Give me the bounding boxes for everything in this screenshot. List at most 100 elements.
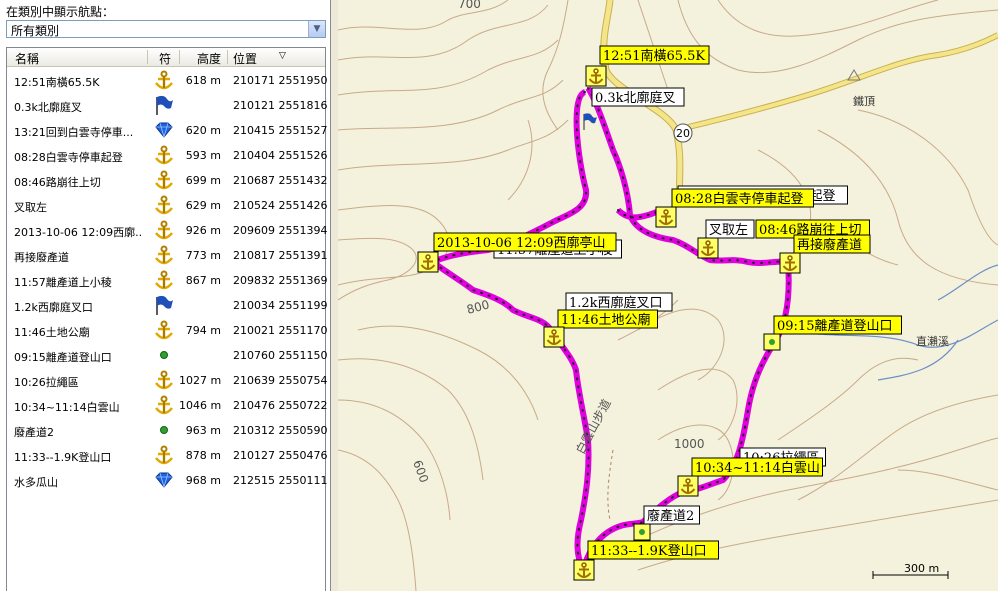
list-item[interactable]: 再接廢產道 773 m 210817 2551391 [7,243,328,268]
col-altitude-header[interactable]: 高度 [197,50,221,67]
waypoint-name: 1.2k西廓庭叉口 [14,301,93,314]
peak-label: 鐵頂 [853,94,875,108]
col-position-header[interactable]: 位置 [233,50,257,67]
anchor-marker-icon[interactable] [543,326,565,348]
waypoint-name: 水多瓜山 [14,476,58,489]
waypoint-altitude: 1027 m [179,374,222,387]
waypoint-position: 210687 2551432 [233,174,328,187]
dot-marker-icon[interactable] [763,333,781,351]
flag-marker-icon[interactable] [583,113,597,130]
map-label-8[interactable]: 再接廢產道 [797,237,862,253]
list-item[interactable]: 09:15離產道登山口 210760 2551150 [7,343,327,368]
contour-line [338,205,450,286]
waypoint-position: 210415 2551527 [233,124,328,137]
waypoint-position: 210817 2551391 [233,249,328,262]
contour-line [338,449,417,591]
map-label-15[interactable]: 11:33--1.9K登山口 [591,544,707,559]
list-item[interactable]: 1.2k西廓庭叉口 210034 2551199 [7,293,327,318]
waypoint-altitude: 867 m [185,274,221,287]
list-item[interactable]: 10:26拉繩區 1027 m 210639 2550754 [7,368,328,393]
waypoint-list[interactable]: 名稱 符 高度 位置 ▽ 12:51南橫65.5K 618 m 210171 255… [6,47,328,591]
anchor-icon [153,369,177,391]
waypoint-panel: 在類別中顯示航點： 所有類別 ▼ 名稱 符 高度 位置 ▽ 12:51南橫65.… [0,0,331,591]
waypoint-position: 210121 2551816 [233,99,328,112]
category-select-value: 所有類別 [11,24,60,38]
waypoint-altitude: 878 m [185,449,221,462]
list-item[interactable]: 11:33--1.9K登山口 878 m 210127 2550476 [7,443,328,468]
diamond-icon [153,469,177,491]
contour-line [338,237,417,301]
map-label-5[interactable]: 叉取左 [709,223,748,238]
contour-line [817,129,998,286]
contour-line [338,0,509,31]
anchor-icon [153,144,177,166]
waypoint-altitude: 593 m [185,149,221,162]
topo-map[interactable]: 700 800 600 1000 20 鐵頂 白雲山步道 直瀨溪 300 m 1… [338,0,998,591]
waypoint-position: 210021 2551170 [233,324,328,337]
list-item[interactable]: 0.3k北廓庭叉 210121 2551816 [7,93,328,118]
chevron-down-icon[interactable]: ▼ [308,21,325,37]
map-label-7[interactable]: 2013-10-06 12:09西廓亭山 [437,235,606,251]
waypoint-name: 10:34~11:14白雲山 [14,401,120,414]
anchor-marker-icon[interactable] [585,65,607,87]
waypoint-position: 210639 2550754 [233,374,328,387]
anchor-marker-icon[interactable] [655,206,677,228]
waypoint-altitude: 926 m [185,224,221,237]
waypoint-altitude: 629 m [185,199,221,212]
waypoint-name: 0.3k北廓庭叉 [14,101,82,114]
map-label-11[interactable]: 09:15離產道登山口 [777,318,892,334]
map-label-14[interactable]: 廢產道2 [647,508,694,524]
waypoint-altitude: 699 m [185,174,221,187]
map-label-3[interactable]: 08:28白雲寺停車起登 [675,191,803,207]
contour-line [338,358,484,481]
list-item[interactable]: 廢產道2 963 m 210312 2550590 [7,418,327,443]
anchor-marker-icon[interactable] [417,251,439,273]
sort-icon: ▽ [279,51,286,61]
list-item[interactable]: 13:21回到白雲寺停車... 620 m 210415 2551527 [7,118,328,143]
list-item[interactable]: 08:46路崩往上切 699 m 210687 2551432 [7,168,328,193]
map-label-9[interactable]: 1.2k西廓庭叉口 [569,295,663,311]
list-item[interactable]: 水多瓜山 968 m 212515 2550111 [7,468,327,493]
dot-marker-icon[interactable] [633,523,651,541]
list-item[interactable]: 11:57離產道上小稜 867 m 209832 2551369 [7,268,327,293]
anchor-marker-icon[interactable] [779,252,801,274]
map-label-13[interactable]: 10:34~11:14白雲山 [695,460,820,476]
waypoint-position: 210127 2550476 [233,449,328,462]
scale-label: 300 m [904,562,939,575]
map-canvas[interactable]: 700 800 600 1000 20 鐵頂 白雲山步道 直瀨溪 300 m 1… [338,0,998,591]
map-label-1[interactable]: 0.3k北廓庭叉 [595,90,676,106]
map-label-0[interactable]: 12:51南橫65.5K [603,48,705,64]
anchor-marker-icon[interactable] [697,237,719,259]
waypoint-altitude: 618 m [185,74,221,87]
waypoint-name: 11:57離產道上小稜 [14,276,112,289]
anchor-icon [153,219,177,241]
anchor-marker-icon[interactable] [573,559,595,581]
waypoint-name: 09:15離產道登山口 [14,351,112,364]
waypoint-name: 11:33--1.9K登山口 [14,451,112,464]
map-label-10[interactable]: 11:46土地公廟 [561,312,650,328]
contour-line [507,119,533,201]
contour-line [797,394,998,501]
list-item[interactable]: 2013-10-06 12:09西廓... 926 m 209609 2551394 [7,218,327,243]
list-item[interactable]: 12:51南橫65.5K 618 m 210171 2551950 [7,68,328,93]
col-name-header[interactable]: 名稱 [15,50,39,67]
contour-line [777,357,919,441]
list-item[interactable]: 叉取左 629 m 210524 2551426 [7,193,327,218]
waypoint-altitude: 773 m [185,249,221,262]
list-item[interactable]: 08:28白雲寺停車起登 593 m 210404 2551526 [7,143,327,168]
col-symbol-header[interactable]: 符 [159,50,171,67]
anchor-icon [153,394,177,416]
waypoint-name: 11:46土地公廟 [14,326,90,339]
anchor-icon [153,69,177,91]
list-item[interactable]: 10:34~11:14白雲山 1046 m 210476 2550722 [7,393,328,418]
waypoint-name: 08:46路崩往上切 [14,176,101,189]
waypoint-position: 210476 2550722 [233,399,328,412]
waypoint-position: 210171 2551950 [233,74,328,87]
list-item[interactable]: 11:46土地公廟 794 m 210021 2551170 [7,318,328,343]
anchor-icon [153,319,177,341]
waypoint-name: 13:21回到白雲寺停車... [14,126,134,139]
anchor-icon [153,194,177,216]
anchor-marker-icon[interactable] [677,475,699,497]
category-select[interactable]: 所有類別 ▼ [6,20,326,38]
waypoint-name: 2013-10-06 12:09西廓... [14,226,142,239]
